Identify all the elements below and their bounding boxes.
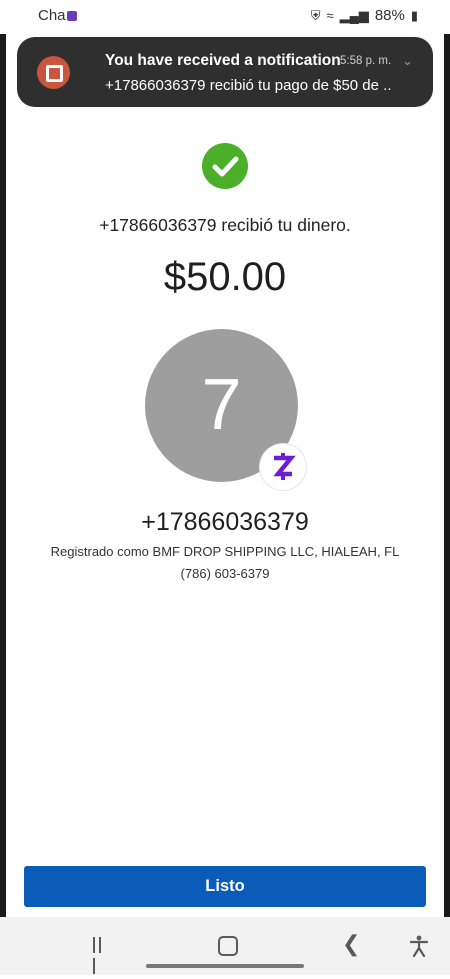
accessibility-icon[interactable] [409,935,429,962]
screen-edge-left [0,0,6,975]
battery-icon: ▮ [410,7,418,23]
notification-body: +17866036379 recibió tu pago de $50 de .… [105,77,392,94]
home-icon[interactable] [218,936,238,956]
notification-time: 5:58 p. m. [340,55,392,67]
avatar-initial: 7 [201,365,242,445]
signal-icon: ▂▄▆ [339,7,369,23]
success-check-icon [202,143,248,189]
home-indicator[interactable] [146,964,304,968]
status-app-label: Cha [38,7,66,24]
done-button[interactable]: Listo [24,866,426,907]
recipient-phone-secondary: (786) 603-6379 [180,566,270,581]
wifi-icon: ≈ [326,8,334,23]
screen-edge-right [444,0,450,975]
status-left: Cha [38,7,77,24]
notification-title: You have received a notification [105,52,341,69]
app-mini-icon [66,11,77,22]
recipient-registered: Registrado como BMF DROP SHIPPING LLC, H… [50,544,400,559]
chevron-down-icon[interactable]: ⌄ [402,53,413,69]
payment-amount: $50.00 [163,255,287,299]
recent-apps-icon[interactable] [93,937,110,974]
notification-banner[interactable]: You have received a notification 5:58 p.… [17,37,433,107]
status-right: ⛨ ≈ ▂▄▆ 88% ▮ [311,7,418,24]
chase-app-icon [37,56,70,89]
shield-icon: ⛨ [310,7,321,23]
battery-level: 88% [374,7,405,24]
payment-message: +17866036379 recibió tu dinero. [99,215,351,235]
recipient-phone: +17866036379 [141,508,309,536]
back-icon[interactable]: ❮ [342,931,360,957]
zelle-icon [260,444,306,490]
status-bar: Cha ⛨ ≈ ▂▄▆ 88% ▮ [0,0,450,34]
